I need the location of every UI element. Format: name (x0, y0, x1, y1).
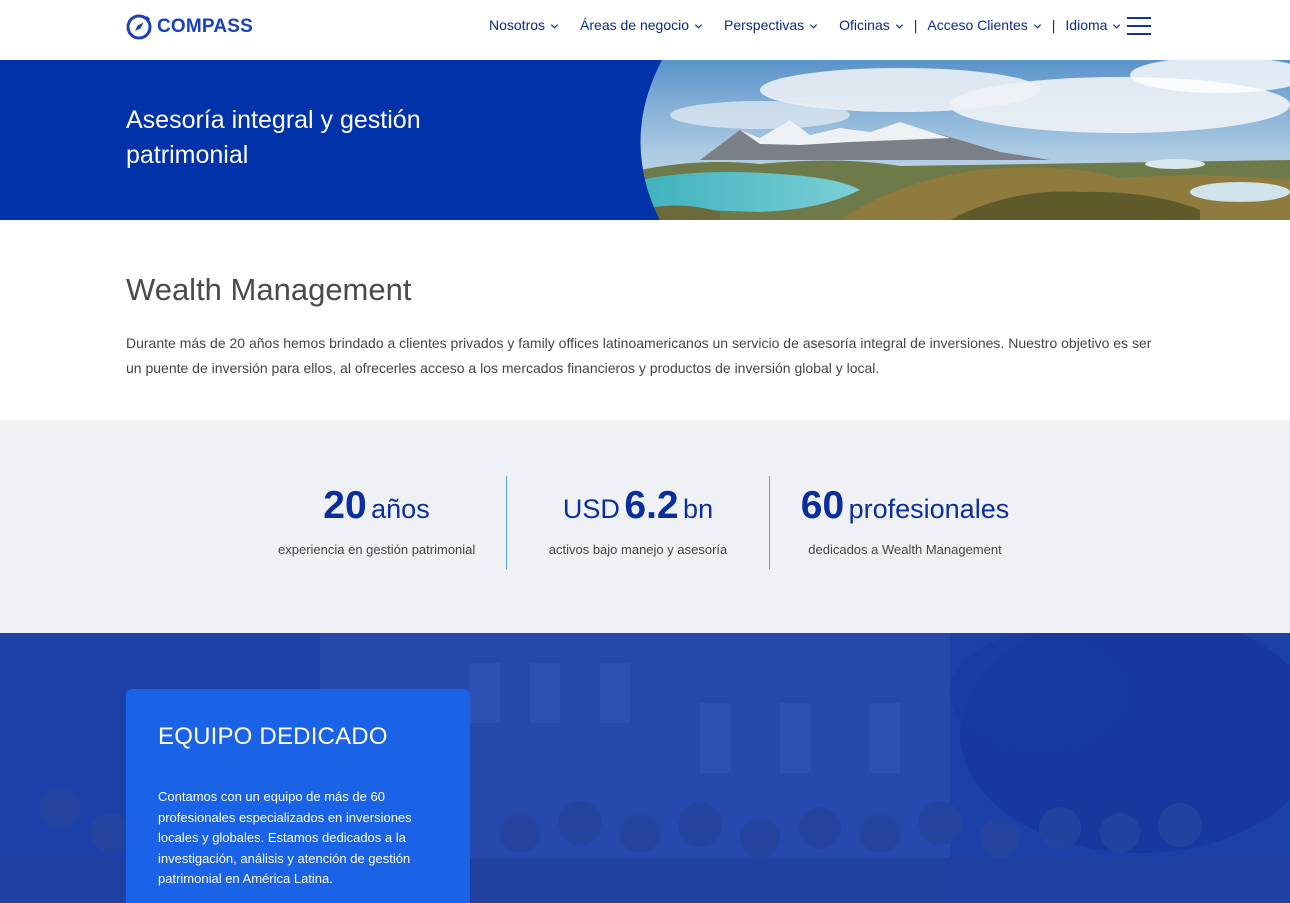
stat-professionals: 60 profesionales dedicados a Wealth Mana… (790, 484, 1020, 557)
chevron-down-icon (810, 24, 818, 29)
nav-item-idioma[interactable]: Idioma (1065, 17, 1121, 33)
site-header: COMPASS Nosotros Áreas de negocio Perspe… (0, 0, 1290, 60)
stat-divider (769, 476, 770, 569)
chevron-down-icon (1033, 24, 1041, 29)
stat-suffix: bn (683, 494, 714, 524)
team-card-body: Contamos con un equipo de más de 60 prof… (158, 789, 412, 886)
stat-suffix: profesionales (848, 494, 1010, 524)
nav-item-label: Perspectivas (724, 17, 805, 33)
hero-banner: Asesoría integral y gestión patrimonial (0, 60, 1290, 220)
nav-item-perspectivas[interactable]: Perspectivas (724, 17, 818, 33)
stat-number: 6.2 (624, 484, 679, 527)
stat-assets: USD 6.2 bn activos bajo manejo y asesorí… (540, 484, 736, 557)
intro-paragraph: Durante más de 20 años hemos brindado a … (126, 335, 1152, 376)
chevron-down-icon (895, 24, 903, 29)
nav-separator: | (913, 17, 918, 33)
stats-band: 20 años experiencia en gestión patrimoni… (0, 420, 1290, 633)
stat-value: USD 6.2 bn (540, 484, 736, 528)
nav-item-areas-de-negocio[interactable]: Áreas de negocio (580, 17, 703, 33)
team-section: EQUIPO DEDICADO Contamos con un equipo d… (0, 633, 1290, 903)
compass-logo[interactable]: COMPASS (126, 14, 253, 40)
stat-number: 60 (800, 484, 845, 527)
stat-suffix: años (371, 494, 430, 524)
nav-separator: | (1051, 17, 1056, 33)
hamburger-menu-icon[interactable] (1127, 17, 1151, 36)
nav-item-label: Acceso Clientes (927, 17, 1028, 33)
brand-name: COMPASS (157, 16, 254, 37)
section-heading: Wealth Management (126, 272, 412, 307)
nav-item-label: Áreas de negocio (580, 17, 689, 33)
nav-item-nosotros[interactable]: Nosotros (489, 17, 559, 33)
stat-number: 20 (323, 484, 367, 527)
main-nav: Nosotros Áreas de negocio Perspectivas O… (489, 17, 1121, 33)
nav-item-label: Oficinas (839, 17, 890, 33)
nav-item-label: Nosotros (489, 17, 546, 33)
chevron-down-icon (1113, 24, 1121, 29)
stat-value: 20 años (278, 484, 475, 528)
stat-years: 20 años experiencia en gestión patrimoni… (278, 484, 475, 557)
team-card: EQUIPO DEDICADO Contamos con un equipo d… (126, 689, 470, 903)
hero-title: Asesoría integral y gestión patrimonial (126, 106, 421, 169)
stat-description: experiencia en gestión patrimonial (278, 542, 476, 557)
stat-value: 60 profesionales (790, 484, 1020, 528)
nav-item-oficinas[interactable]: Oficinas (839, 17, 904, 33)
chevron-down-icon (694, 24, 703, 29)
stat-description: dedicados a Wealth Management (808, 542, 1002, 557)
stat-divider (506, 476, 507, 569)
team-card-title: EQUIPO DEDICADO (158, 723, 388, 750)
stat-prefix: USD (562, 494, 620, 524)
nav-item-label: Idioma (1065, 17, 1108, 33)
compass-logo-icon (126, 14, 152, 40)
nav-item-acceso-clientes[interactable]: Acceso Clientes (927, 17, 1041, 33)
chevron-down-icon (550, 24, 559, 29)
stat-description: activos bajo manejo y asesoría (548, 542, 728, 557)
